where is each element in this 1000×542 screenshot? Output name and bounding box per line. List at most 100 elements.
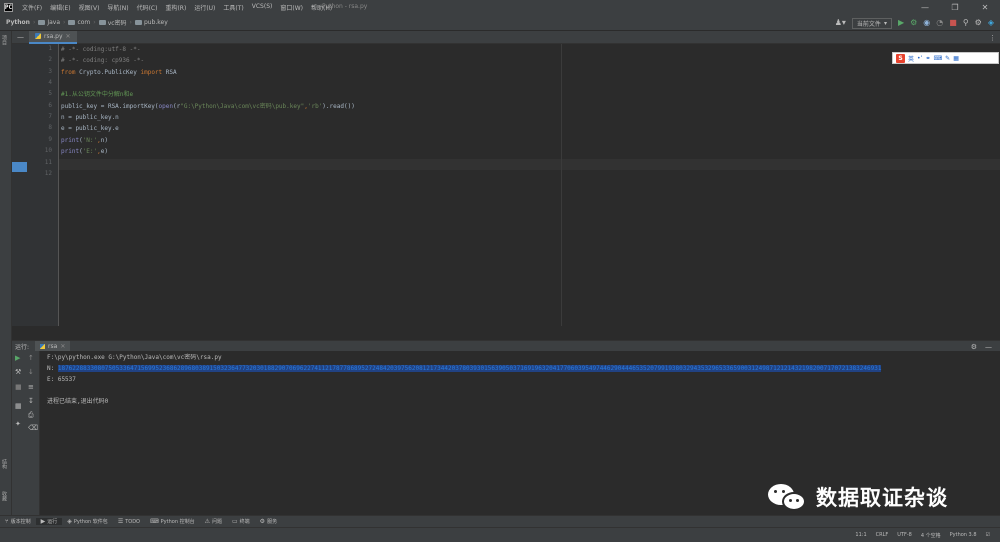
stop-icon[interactable]: ■ bbox=[949, 19, 957, 27]
close-tab-icon[interactable]: ✕ bbox=[66, 33, 71, 40]
lock-icon[interactable]: ☑ bbox=[986, 532, 990, 538]
breadcrumb-label: com bbox=[77, 19, 91, 26]
line-separator[interactable]: CRLF bbox=[876, 532, 889, 538]
tool-window-button[interactable]: ▶ 运行 bbox=[35, 518, 63, 525]
tool-window-button[interactable]: ⚠ 问题 bbox=[200, 518, 227, 525]
coverage-icon[interactable]: ◉ bbox=[923, 19, 930, 27]
breadcrumb-item[interactable]: Python bbox=[6, 18, 30, 27]
editor-tab-label: rsa.py bbox=[44, 32, 63, 40]
line-number: 10 bbox=[44, 147, 52, 155]
menu-item[interactable]: 运行(U) bbox=[190, 3, 219, 12]
folder-icon bbox=[134, 20, 142, 25]
code-line: e = public_key.e bbox=[61, 123, 119, 134]
problems-icon: ⚠ bbox=[204, 518, 210, 525]
code-token: #1.从公钥文件中分解n和e bbox=[61, 91, 134, 99]
run-config-selector[interactable]: 当前文件 ▾ bbox=[851, 17, 892, 29]
line-number-gutter: 1 2 3 4 5 6 7 8 9 10 11 12 bbox=[12, 44, 59, 326]
trash-icon[interactable]: ⌫ bbox=[28, 425, 38, 432]
minimize-icon[interactable]: — bbox=[910, 0, 940, 15]
ime-toolbar[interactable]: S 英 •’ ⚭ ⌨ ✎ ▦ bbox=[892, 52, 999, 64]
tab-structure-label: 结构 bbox=[1, 459, 7, 469]
interpreter-selector[interactable]: Python 3.8 bbox=[950, 532, 977, 538]
code-token: RSA bbox=[165, 68, 177, 76]
tool-window-button[interactable]: ▭ 终端 bbox=[227, 518, 255, 525]
hide-icon[interactable]: — bbox=[985, 343, 992, 351]
stop-icon[interactable]: ■ bbox=[15, 384, 22, 391]
menu-item[interactable]: 视图(V) bbox=[75, 3, 104, 12]
run-icon[interactable]: ▶ bbox=[898, 19, 904, 27]
menu-item[interactable]: 工具(T) bbox=[219, 3, 247, 12]
code-line: # -*- coding:utf-8 -*- bbox=[61, 44, 140, 55]
indent-setting[interactable]: 4 个空格 bbox=[921, 532, 941, 539]
menu-item[interactable]: 编辑(E) bbox=[46, 3, 74, 12]
toolbox-icon[interactable]: ▦ bbox=[953, 55, 959, 62]
code-editor[interactable]: # -*- coding:utf-8 -*- # -*- coding: cp93… bbox=[59, 44, 1000, 326]
close-run-tab-icon[interactable]: ✕ bbox=[60, 343, 65, 350]
print-icon[interactable]: ⎙ bbox=[28, 412, 34, 419]
pin-icon[interactable]: ✦ bbox=[15, 421, 21, 428]
profile-icon[interactable]: ◔ bbox=[936, 19, 943, 27]
menu-item[interactable]: 导航(N) bbox=[103, 3, 132, 12]
scroll-end-icon[interactable]: ↧ bbox=[28, 398, 34, 405]
tool-window-button[interactable]: ⚙ 服务 bbox=[255, 518, 282, 525]
console-e-line: E: 65537 bbox=[47, 376, 76, 383]
tool-window-button[interactable]: ☰ TODO bbox=[113, 518, 145, 525]
breadcrumb-item[interactable]: › com bbox=[60, 18, 90, 27]
ime-mode[interactable]: 英 bbox=[908, 54, 914, 63]
code-token: ).read()) bbox=[322, 102, 355, 110]
console-n-line: N: 1876228833080750533647156995236862896… bbox=[47, 363, 882, 374]
settings-icon[interactable]: ⚙ bbox=[975, 19, 982, 27]
editor-tab-rsa[interactable]: rsa.py ✕ bbox=[29, 30, 77, 44]
rerun-icon[interactable]: ▶ bbox=[15, 355, 20, 362]
menu-item[interactable]: VCS(S) bbox=[248, 3, 277, 12]
wrench-icon[interactable]: ⚒ bbox=[15, 369, 21, 376]
soft-wrap-icon[interactable]: ≡ bbox=[28, 384, 34, 391]
menu-item[interactable]: 重构(R) bbox=[161, 3, 190, 12]
tool-window-label: 问题 bbox=[211, 519, 222, 525]
breadcrumb-item[interactable]: › pub.key bbox=[127, 18, 168, 27]
tool-window-button[interactable]: ⌨ Python 控制台 bbox=[145, 518, 200, 525]
run-tab-rsa[interactable]: rsa ✕ bbox=[35, 340, 71, 352]
breadcrumb-item[interactable]: › Java bbox=[30, 18, 60, 27]
jetbrains-icon[interactable]: ◈ bbox=[988, 19, 994, 27]
close-icon[interactable]: ✕ bbox=[970, 0, 1000, 15]
search-icon[interactable]: ⚲ bbox=[963, 19, 969, 27]
caret-position[interactable]: 11:1 bbox=[855, 532, 866, 538]
scroll-down-icon[interactable]: ↓ bbox=[28, 369, 34, 376]
menu-item[interactable]: 代码(C) bbox=[133, 3, 162, 12]
settings-icon[interactable]: ⚙ bbox=[971, 343, 977, 351]
maximize-icon[interactable]: ❐ bbox=[940, 0, 970, 15]
menu-item[interactable]: 窗口(W) bbox=[276, 3, 307, 12]
layout-icon[interactable]: ▦ bbox=[15, 403, 22, 410]
chevron-right-icon: › bbox=[93, 19, 96, 26]
code-line: public_key = RSA.importKey(open(r"G:\Pyt… bbox=[61, 101, 355, 112]
microphone-icon[interactable]: ⚭ bbox=[925, 55, 930, 62]
tab-project[interactable]: 项目 bbox=[1, 35, 8, 45]
code-token: # -*- coding:utf-8 -*- bbox=[61, 46, 141, 53]
menu-bar: PC 文件(F) 编辑(E) 视图(V) 导航(N) 代码(C) 重构(R) 运行(U) 工具… bbox=[0, 0, 1000, 15]
file-encoding[interactable]: UTF-8 bbox=[897, 532, 912, 538]
status-bar: 11:1 CRLF UTF-8 4 个空格 Python 3.8 ☑ bbox=[0, 527, 1000, 542]
code-token: n = public_key.n bbox=[61, 114, 119, 122]
breadcrumb-label: Java bbox=[47, 19, 61, 26]
split-icon[interactable]: ⋮ bbox=[989, 34, 996, 42]
window-title: Python - rsa.py bbox=[322, 3, 368, 10]
breadcrumb-item[interactable]: › vc密码 bbox=[90, 18, 126, 27]
user-icon[interactable]: ♟▾ bbox=[835, 19, 846, 27]
punctuation-icon[interactable]: •’ bbox=[917, 55, 922, 62]
code-token: from bbox=[61, 68, 80, 76]
hide-panel-icon[interactable]: — bbox=[12, 31, 29, 44]
tab-favorites[interactable]: 收藏 bbox=[1, 491, 8, 501]
navigation-bar: Python › Java › com › vc密码 › pub.key ♟▾ 当前文件 ▾ ▶… bbox=[0, 15, 1000, 31]
tool-window-button[interactable]: ⑂ 版本控制 bbox=[0, 518, 36, 525]
menu-item[interactable]: 文件(F) bbox=[18, 3, 46, 12]
tool-window-button[interactable]: ◈ Python 软件包 bbox=[62, 518, 113, 525]
skin-icon[interactable]: ✎ bbox=[945, 55, 950, 62]
scroll-up-icon[interactable]: ↑ bbox=[28, 355, 34, 362]
keyboard-icon[interactable]: ⌨ bbox=[934, 55, 943, 62]
chevron-right-icon: › bbox=[63, 19, 66, 26]
tool-window-label: TODO bbox=[125, 518, 140, 525]
tab-structure[interactable]: 结构 bbox=[1, 459, 8, 469]
editor-tab-bar: — rsa.py ✕ ⋮ bbox=[12, 30, 1000, 44]
debug-icon[interactable]: ⚙ bbox=[910, 19, 917, 27]
